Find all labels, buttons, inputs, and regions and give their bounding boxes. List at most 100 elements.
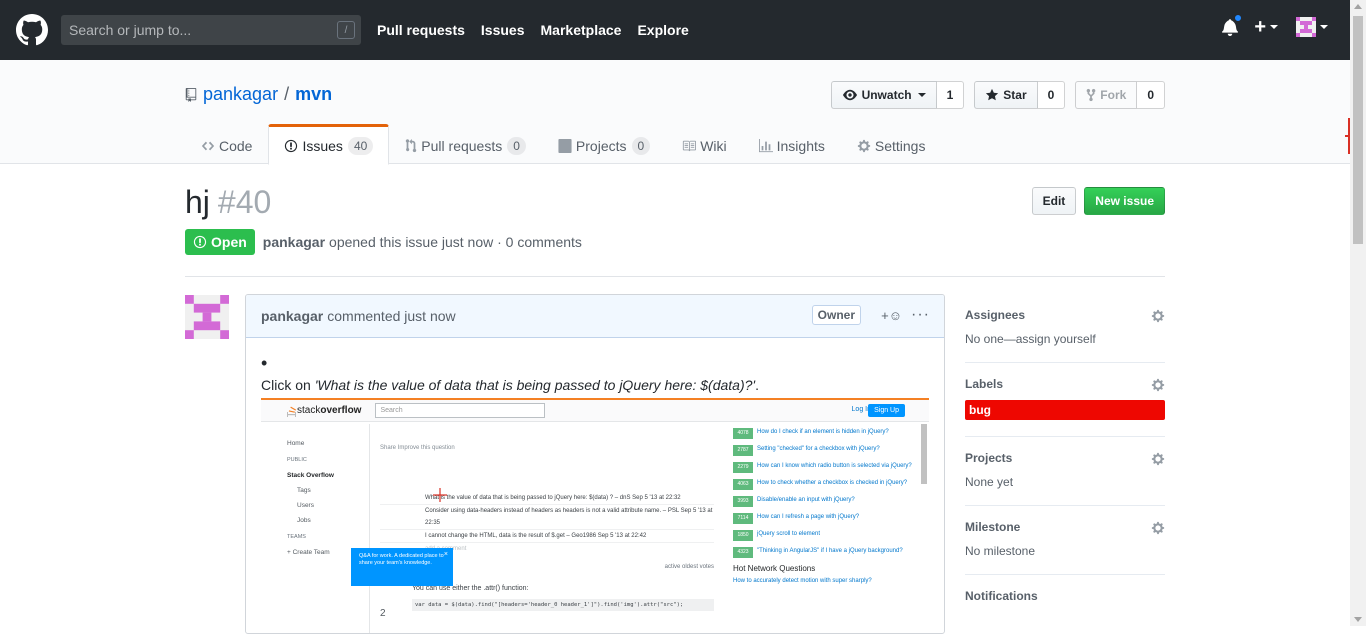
so-linked-row: 4323 "Thinking in AngularJS" if I have a … (733, 547, 918, 558)
milestone-gear-icon[interactable] (1151, 521, 1165, 535)
so-linked-text: How to check whether a checkbox is check… (757, 480, 908, 486)
issue-number: #40 (217, 184, 272, 220)
unwatch-button[interactable]: Unwatch (830, 81, 937, 109)
repo-owner-link[interactable]: pankagar (203, 84, 278, 105)
repo-book-icon (185, 87, 197, 102)
edit-button[interactable]: Edit (1031, 187, 1077, 215)
scroll-down-arrow-icon[interactable] (1354, 617, 1362, 622)
so-score: 4323 (733, 547, 753, 558)
new-issue-button[interactable]: New issue (1084, 187, 1165, 215)
label-bug[interactable]: bug (965, 400, 1165, 420)
so-main-content: Share Improve this question What is the … (369, 424, 724, 633)
so-score: 2787 (733, 445, 753, 456)
so-search-input: Search (375, 403, 546, 418)
repo-title: pankagar / mvn (185, 84, 332, 105)
so-linked-row: 1850 jQuery scroll to element (733, 530, 918, 541)
so-left-nav: Home PUBLIC Stack Overflow Tags Users Jo… (287, 436, 367, 560)
so-hnq-title: Hot Network Questions (733, 564, 816, 573)
scroll-up-arrow-icon[interactable] (1354, 4, 1362, 9)
sidebar-labels: Labels bug (965, 363, 1165, 437)
embedded-screenshot[interactable]: stack overflow Search Log In Sign Up Home… (261, 398, 929, 633)
so-score: 1850 (733, 530, 753, 541)
create-new-caret-icon[interactable] (1270, 25, 1278, 29)
watch-group: Unwatch 1 (830, 81, 965, 109)
fork-button[interactable]: Fork (1075, 81, 1138, 109)
so-signup-button: Sign Up (868, 404, 905, 417)
issue-title: hj #40 (185, 184, 271, 221)
fork-icon (1086, 88, 1096, 102)
so-linked-text: jQuery scroll to element (757, 531, 821, 537)
so-nav-home: Home (287, 440, 305, 447)
assignees-title[interactable]: Assignees (965, 308, 1165, 322)
unwatch-label: Unwatch (861, 88, 912, 102)
tab-insights[interactable]: Insights (743, 124, 841, 165)
so-score: 3993 (733, 496, 753, 507)
milestone-title[interactable]: Milestone (965, 520, 1165, 534)
tab-projects[interactable]: Projects 0 (542, 124, 666, 165)
nav-explore[interactable]: Explore (637, 22, 688, 38)
milestone-value: No milestone (965, 544, 1036, 558)
so-topbar: stack overflow Search Log In Sign Up (261, 400, 929, 422)
sidebar-notifications: Notifications (965, 575, 1165, 619)
pull-requests-counter: 0 (507, 136, 526, 155)
comment-author-link[interactable]: pankagar (261, 308, 323, 324)
graph-icon (758, 138, 773, 152)
issue-meta: Open pankagar opened this issue just now… (185, 229, 582, 255)
assignees-gear-icon[interactable] (1151, 309, 1165, 323)
github-logo-icon[interactable] (16, 14, 48, 46)
notifications-bell-icon[interactable] (1222, 14, 1243, 36)
tab-wiki-label: Wiki (700, 137, 727, 154)
comment-timestamp[interactable]: commented just now (327, 308, 455, 324)
so-nav-jobs: Jobs (297, 517, 311, 524)
so-linked-text: Disable/enable an input with jQuery? (757, 497, 855, 503)
so-linked-row: 2279 How can I know which radio button is… (733, 462, 918, 473)
so-line-2: Consider using data-headers instead of h… (380, 505, 714, 530)
projects-gear-icon[interactable] (1151, 452, 1165, 466)
labels-title[interactable]: Labels (965, 377, 1165, 391)
page-scrollbar[interactable] (1350, 0, 1366, 626)
tab-settings[interactable]: Settings (841, 124, 942, 165)
search-input[interactable]: Search or jump to... / (61, 15, 361, 45)
issue-author-link[interactable]: pankagar (263, 234, 325, 250)
assignees-value[interactable]: No one—assign yourself (965, 332, 1165, 346)
tab-code[interactable]: Code (185, 124, 268, 165)
repo-name-link[interactable]: mvn (295, 84, 332, 105)
bullet: • (261, 353, 268, 373)
nav-marketplace[interactable]: Marketplace (541, 22, 622, 38)
tab-pull-requests[interactable]: Pull requests 0 (389, 124, 542, 165)
cursor-crosshair-icon (433, 488, 447, 502)
fork-count[interactable]: 0 (1137, 81, 1165, 109)
so-nav-stackoverflow: Stack Overflow (287, 472, 334, 479)
comment-header: pankagar commented just now Owner +☺ ··· (246, 295, 944, 338)
star-button[interactable]: Star (974, 81, 1038, 109)
global-nav: Pull requests Issues Marketplace Explore (377, 22, 705, 38)
comment-author-avatar[interactable] (185, 295, 229, 339)
watch-count[interactable]: 1 (936, 81, 965, 109)
nav-issues[interactable]: Issues (481, 22, 525, 38)
tab-issues[interactable]: Issues 40 (268, 124, 390, 165)
tab-wiki[interactable]: Wiki (666, 124, 742, 165)
projects-counter: 0 (631, 136, 651, 155)
status-label: Open (211, 234, 247, 250)
search-shortcut-hint: / (337, 21, 355, 39)
projects-title[interactable]: Projects (965, 451, 1165, 465)
fork-label: Fork (1100, 88, 1127, 102)
owner-badge: Owner (811, 305, 861, 325)
star-count[interactable]: 0 (1037, 81, 1066, 109)
create-new-plus-icon[interactable]: + (1254, 17, 1266, 37)
repo-actions: Unwatch 1 Star 0 Fork 0 (821, 81, 1165, 109)
nav-pull-requests[interactable]: Pull requests (377, 22, 465, 38)
so-hnq-item: How to accurately detect motion with sup… (733, 578, 872, 584)
sidebar-milestone: Milestone No milestone (965, 506, 1165, 575)
so-teams-tooltip: Q&A for work. A dedicated place to share… (351, 548, 453, 586)
labels-gear-icon[interactable] (1151, 378, 1165, 392)
so-nav-users: Users (297, 502, 314, 509)
user-menu-caret-icon[interactable] (1320, 25, 1328, 29)
comment-text-prefix: Click on (261, 377, 315, 393)
user-avatar[interactable] (1296, 17, 1316, 37)
scrollbar-thumb[interactable] (1353, 16, 1363, 244)
repo-separator: / (284, 84, 290, 104)
so-linked-row: 3993 Disable/enable an input with jQuery? (733, 496, 918, 507)
add-reaction-icon[interactable]: +☺ (881, 308, 902, 323)
more-options-icon[interactable]: ··· (911, 306, 930, 324)
